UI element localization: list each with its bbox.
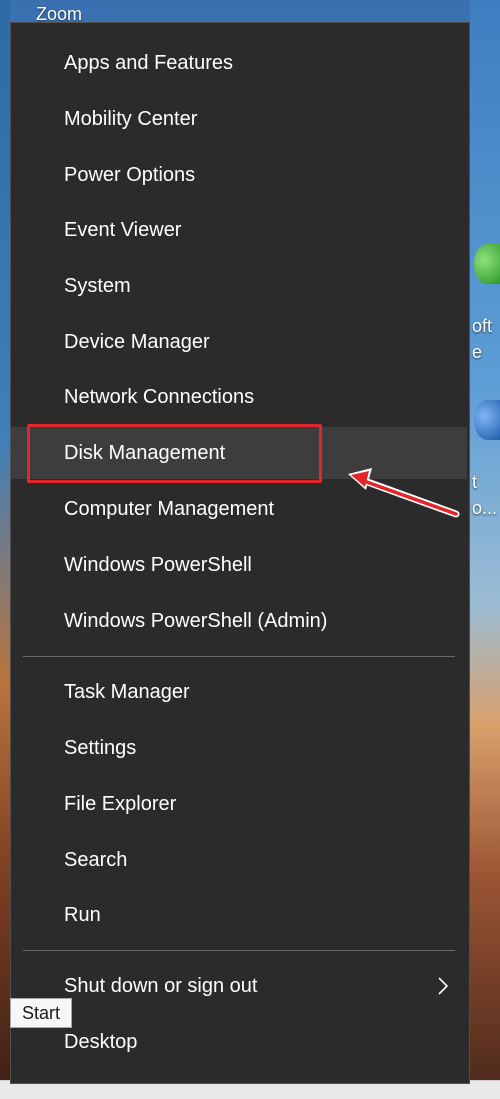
menu-separator bbox=[23, 656, 455, 657]
menu-item-computer-management[interactable]: Computer Management bbox=[11, 483, 467, 535]
desktop-background-right bbox=[470, 0, 500, 1098]
desktop-icon-label-fragment: t bbox=[472, 472, 478, 492]
menu-item-event-viewer[interactable]: Event Viewer bbox=[11, 204, 467, 256]
menu-item-settings[interactable]: Settings bbox=[11, 722, 467, 774]
menu-item-mobility-center[interactable]: Mobility Center bbox=[11, 93, 467, 145]
menu-item-search[interactable]: Search bbox=[11, 834, 467, 886]
desktop-app-icon[interactable] bbox=[474, 244, 500, 284]
desktop-app-icon[interactable] bbox=[474, 400, 500, 440]
menu-item-label: Shut down or sign out bbox=[64, 974, 258, 997]
menu-item-run[interactable]: Run bbox=[11, 889, 467, 941]
menu-item-desktop[interactable]: Desktop bbox=[11, 1016, 467, 1068]
menu-separator bbox=[23, 950, 455, 951]
menu-item-network-connections[interactable]: Network Connections bbox=[11, 371, 467, 423]
desktop-background-left bbox=[0, 0, 10, 1098]
desktop-icon-label-fragment: oft bbox=[472, 316, 493, 336]
menu-item-system[interactable]: System bbox=[11, 260, 467, 312]
start-button-tooltip: Start bbox=[10, 998, 72, 1028]
menu-item-power-options[interactable]: Power Options bbox=[11, 149, 467, 201]
menu-item-disk-management[interactable]: Disk Management bbox=[11, 427, 467, 479]
menu-item-task-manager[interactable]: Task Manager bbox=[11, 666, 467, 718]
menu-item-device-manager[interactable]: Device Manager bbox=[11, 316, 467, 368]
menu-item-file-explorer[interactable]: File Explorer bbox=[11, 778, 467, 830]
menu-item-windows-powershell[interactable]: Windows PowerShell bbox=[11, 539, 467, 591]
winx-context-menu: Apps and Features Mobility Center Power … bbox=[10, 22, 470, 1084]
chevron-right-icon bbox=[438, 977, 449, 995]
desktop-icon-label-fragment: e bbox=[472, 342, 483, 362]
desktop-icon-label-fragment: o... bbox=[472, 498, 498, 518]
menu-item-apps-and-features[interactable]: Apps and Features bbox=[11, 37, 467, 89]
menu-item-shut-down-or-sign-out[interactable]: Shut down or sign out bbox=[11, 960, 467, 1012]
menu-item-windows-powershell-admin[interactable]: Windows PowerShell (Admin) bbox=[11, 595, 467, 647]
